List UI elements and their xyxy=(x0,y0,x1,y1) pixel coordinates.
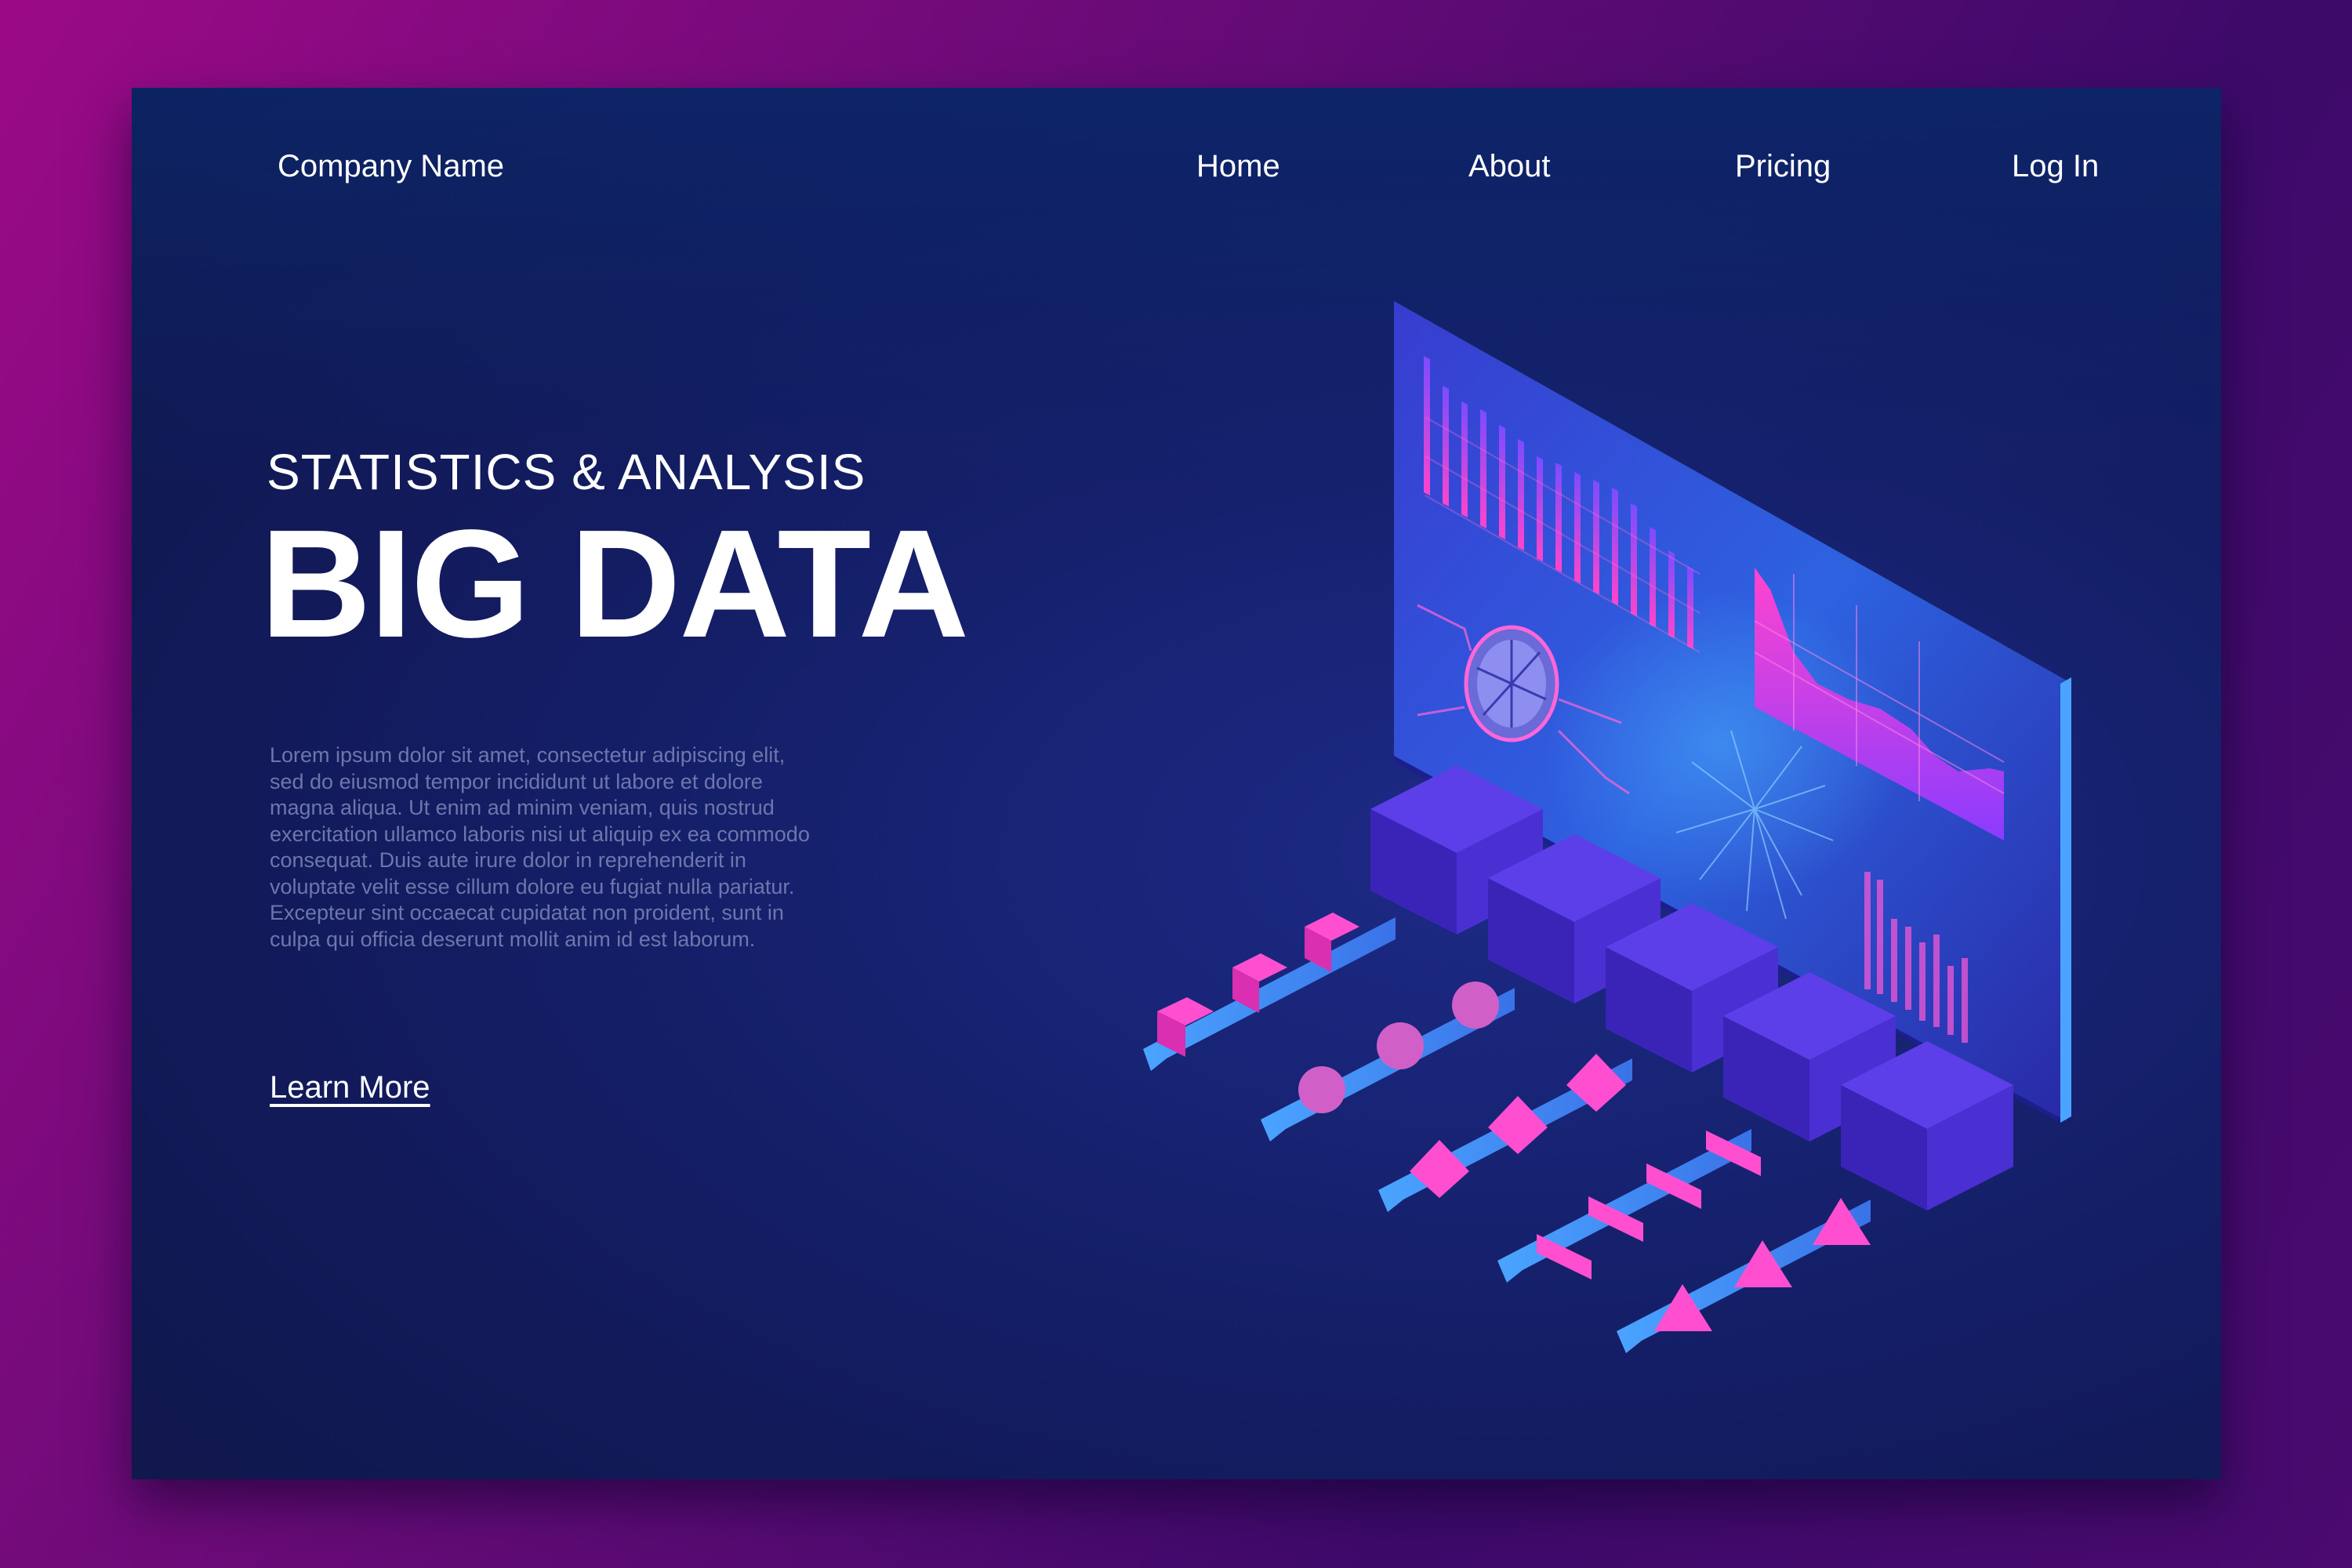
landing-card: Company Name Home About Pricing Log In S… xyxy=(132,88,2221,1479)
isometric-data-illustration xyxy=(1143,301,2071,1353)
